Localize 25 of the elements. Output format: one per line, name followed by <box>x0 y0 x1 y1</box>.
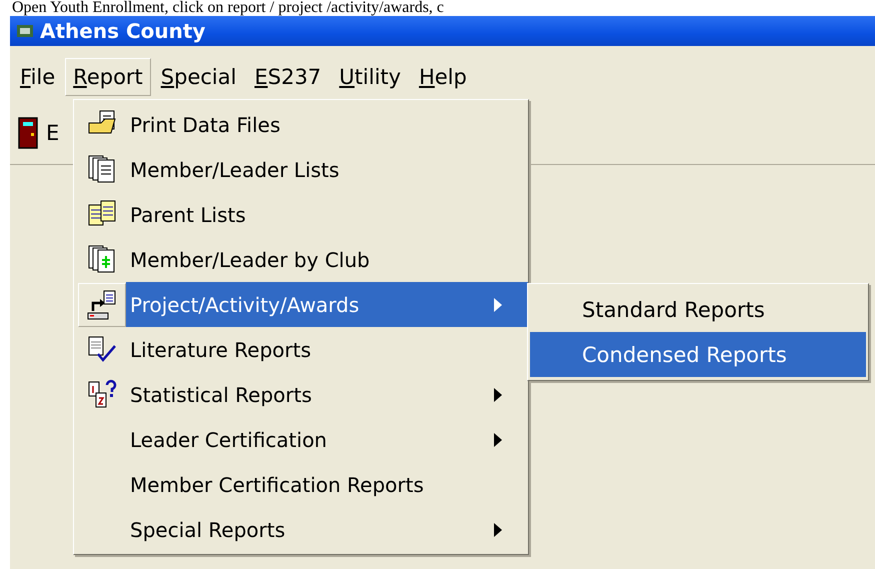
menu-item[interactable]: Member Certification Reports <box>126 462 528 507</box>
menu-item[interactable]: Member/Leader by Club <box>126 237 528 282</box>
menu-item[interactable]: Help <box>410 58 475 96</box>
menu-item[interactable]: Special <box>152 58 244 96</box>
menu-item[interactable]: File <box>12 58 64 96</box>
menu-item[interactable]: Condensed Reports <box>530 332 866 377</box>
door-icon <box>18 117 38 149</box>
document-text: Open Youth Enrollment, click on report / project /activity/awards, c <box>11 0 445 16</box>
menu-item[interactable]: Statistical Reports <box>126 372 528 417</box>
menu-item[interactable]: Report <box>65 58 151 96</box>
menu-item[interactable]: Parent Lists <box>126 192 528 237</box>
menu-item[interactable]: Literature Reports <box>126 327 528 372</box>
menu-item[interactable]: Standard Reports <box>530 287 866 332</box>
window-title: Athens County <box>40 19 206 43</box>
menu-item[interactable]: Print Data Files <box>126 102 528 147</box>
menu-item[interactable]: Member/Leader Lists <box>126 147 528 192</box>
numbered-pages-icon <box>86 378 118 410</box>
app-icon <box>16 23 34 39</box>
menu-item[interactable]: Utility <box>331 58 409 96</box>
arrow-document-icon <box>86 288 118 320</box>
menu-item[interactable]: Project/Activity/Awards <box>126 282 528 327</box>
menu-item[interactable]: ES237 <box>246 58 330 96</box>
exit-button[interactable]: E <box>16 115 62 151</box>
menu-item[interactable]: Leader Certification <box>126 417 528 462</box>
menu-item[interactable]: Special Reports <box>126 507 528 552</box>
